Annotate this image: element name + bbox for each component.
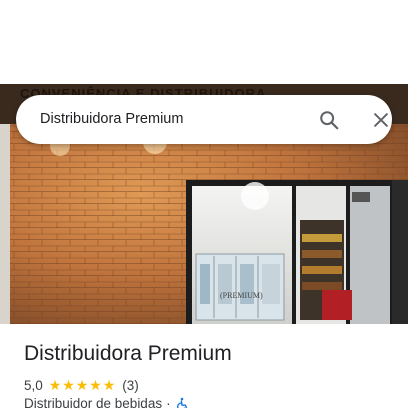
search-bar[interactable]: Distribuidora Premium [16, 95, 392, 144]
wheelchair-icon [175, 397, 189, 408]
search-input[interactable]: Distribuidora Premium [40, 95, 183, 144]
place-title: Distribuidora Premium [24, 342, 232, 365]
map-header-blank [0, 0, 408, 84]
separator: · [166, 396, 171, 408]
rating-stars: ★ ★ ★ ★ ★ [49, 378, 117, 392]
close-icon[interactable] [368, 107, 394, 133]
category-row: Distribuidor de bebidas · [24, 396, 189, 408]
star-icon: ★ [62, 377, 75, 393]
search-icon[interactable] [316, 107, 342, 133]
star-icon: ★ [102, 377, 116, 393]
place-info-panel: Distribuidora Premium 5,0 ★ ★ ★ ★ ★ (3) … [0, 324, 408, 408]
star-icon: ★ [48, 377, 62, 393]
star-icon: ★ [75, 377, 89, 393]
svg-text:(PREMIUM): (PREMIUM) [220, 291, 263, 300]
rating-value: 5,0 [24, 377, 43, 393]
place-category: Distribuidor de bebidas [24, 396, 163, 408]
review-count[interactable]: (3) [122, 378, 139, 393]
rating-row[interactable]: 5,0 ★ ★ ★ ★ ★ (3) [24, 376, 139, 394]
star-icon: ★ [89, 377, 102, 393]
